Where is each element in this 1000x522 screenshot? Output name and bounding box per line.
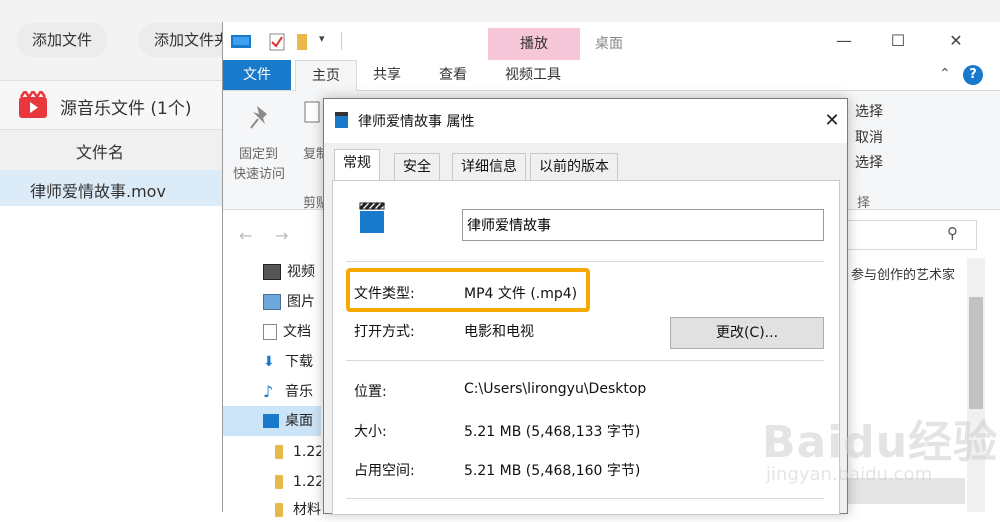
size-label: 大小: <box>354 424 387 440</box>
tab-share[interactable]: 共享 <box>367 60 407 90</box>
tab-details[interactable]: 详细信息 <box>452 153 526 180</box>
disk-size-label: 占用空间: <box>354 463 415 479</box>
pin-label-line1[interactable]: 固定到 <box>239 143 278 162</box>
collapse-ribbon-icon[interactable]: ⌃ <box>939 66 951 82</box>
filename-column-label: 文件名 <box>76 143 125 162</box>
location-value: C:\Users\lirongyu\Desktop <box>464 381 647 397</box>
tab-home[interactable]: 主页 <box>295 60 357 92</box>
sidebar-item-folder[interactable]: 1.22 <box>275 470 321 494</box>
sidebar-item-folder[interactable]: 1.22 <box>275 440 321 464</box>
folder-icon <box>275 445 283 459</box>
music-video-icon <box>19 91 47 118</box>
quick-access-dropdown-icon[interactable]: ▾ <box>319 32 325 45</box>
scrollbar-thumb[interactable] <box>969 297 983 409</box>
select-group-label: 择 <box>857 196 871 211</box>
sidebar-item-documents[interactable]: 文档 <box>263 320 311 344</box>
forward-arrow-icon[interactable]: → <box>275 226 288 245</box>
location-label: 位置: <box>354 384 387 400</box>
new-folder-quick-icon[interactable] <box>295 33 309 51</box>
folder-icon <box>275 475 283 489</box>
minimize-icon[interactable]: — <box>821 26 867 56</box>
desktop-icon <box>263 414 279 428</box>
change-button[interactable]: 更改(C)... <box>670 317 824 349</box>
size-value: 5.21 MB (5,468,133 字节) <box>464 424 641 440</box>
tab-general[interactable]: 常规 <box>334 149 380 181</box>
music-icon: ♪ <box>263 382 274 401</box>
titlebar-divider <box>341 32 342 50</box>
opens-with-label: 打开方式: <box>354 324 415 340</box>
separator <box>346 360 824 361</box>
add-file-button[interactable]: 添加文件 <box>16 23 109 57</box>
invert-selection-label[interactable]: 选择 <box>855 152 883 172</box>
tab-video-tools[interactable]: 视频工具 <box>493 60 573 90</box>
close-icon[interactable]: ✕ <box>933 26 979 56</box>
properties-quick-icon[interactable] <box>269 33 285 51</box>
back-arrow-icon[interactable]: ← <box>239 226 252 245</box>
help-icon[interactable]: ? <box>963 65 983 85</box>
download-icon: ⬇ <box>263 354 275 370</box>
tab-security[interactable]: 安全 <box>394 153 440 180</box>
sidebar-item-folder[interactable]: 材料 <box>275 498 321 522</box>
sidebar-item-music[interactable]: ♪ 音乐 <box>263 380 313 404</box>
video-icon <box>263 264 281 280</box>
artist-column-header[interactable]: 参与创作的艺术家 <box>851 264 955 283</box>
maximize-icon[interactable]: ☐ <box>875 26 921 56</box>
clipboard-group-label: 剪贴 <box>303 196 325 211</box>
dialog-title: 律师爱情故事 属性 <box>358 114 475 130</box>
opens-with-value: 电影和电视 <box>464 324 534 340</box>
sidebar-item-videos[interactable]: 视频 <box>263 260 315 284</box>
tab-view[interactable]: 查看 <box>431 60 475 90</box>
picture-icon <box>263 294 281 310</box>
folder-icon <box>275 503 283 517</box>
search-icon[interactable]: ⚲ <box>947 224 958 242</box>
document-icon <box>263 324 277 340</box>
file-type-value: MP4 文件 (.mp4) <box>464 286 578 302</box>
video-file-icon <box>335 112 348 128</box>
watermark-logo: Baidu经验 <box>762 417 999 468</box>
context-tab-play[interactable]: 播放 <box>488 28 580 60</box>
tab-file[interactable]: 文件 <box>223 60 291 90</box>
file-name-input[interactable] <box>462 209 824 241</box>
select-all-label[interactable]: 选择 <box>855 101 883 121</box>
disk-size-value: 5.21 MB (5,468,160 字节) <box>464 463 641 479</box>
pin-icon <box>250 106 267 129</box>
select-none-label[interactable]: 取消 <box>855 127 883 147</box>
copy-label[interactable]: 复制 <box>303 143 323 162</box>
file-type-label: 文件类型: <box>354 286 415 302</box>
copy-icon <box>304 101 320 123</box>
separator <box>346 261 824 262</box>
watermark-url: jingyan.baidu.com <box>766 464 933 485</box>
file-row-name: 律师爱情故事.mov <box>30 182 166 201</box>
source-section-title: 源音乐文件 (1个) <box>60 99 192 119</box>
sidebar-item-desktop[interactable]: 桌面 <box>263 409 313 433</box>
separator <box>346 498 824 499</box>
video-file-icon <box>358 201 386 233</box>
pin-label-line2[interactable]: 快速访问 <box>233 163 285 182</box>
sidebar-item-pictures[interactable]: 图片 <box>263 290 315 314</box>
tab-previous-versions[interactable]: 以前的版本 <box>530 153 618 180</box>
close-icon[interactable]: ✕ <box>818 107 846 135</box>
window-title: 桌面 <box>595 36 623 52</box>
sidebar-item-downloads[interactable]: ⬇ 下载 <box>263 350 313 374</box>
explorer-titlebar: ▾ 播放 桌面 — ☐ ✕ <box>223 22 1000 60</box>
baidu-watermark: Baidu经验 jingyan.baidu.com <box>762 406 997 496</box>
desktop-icon <box>231 35 251 48</box>
